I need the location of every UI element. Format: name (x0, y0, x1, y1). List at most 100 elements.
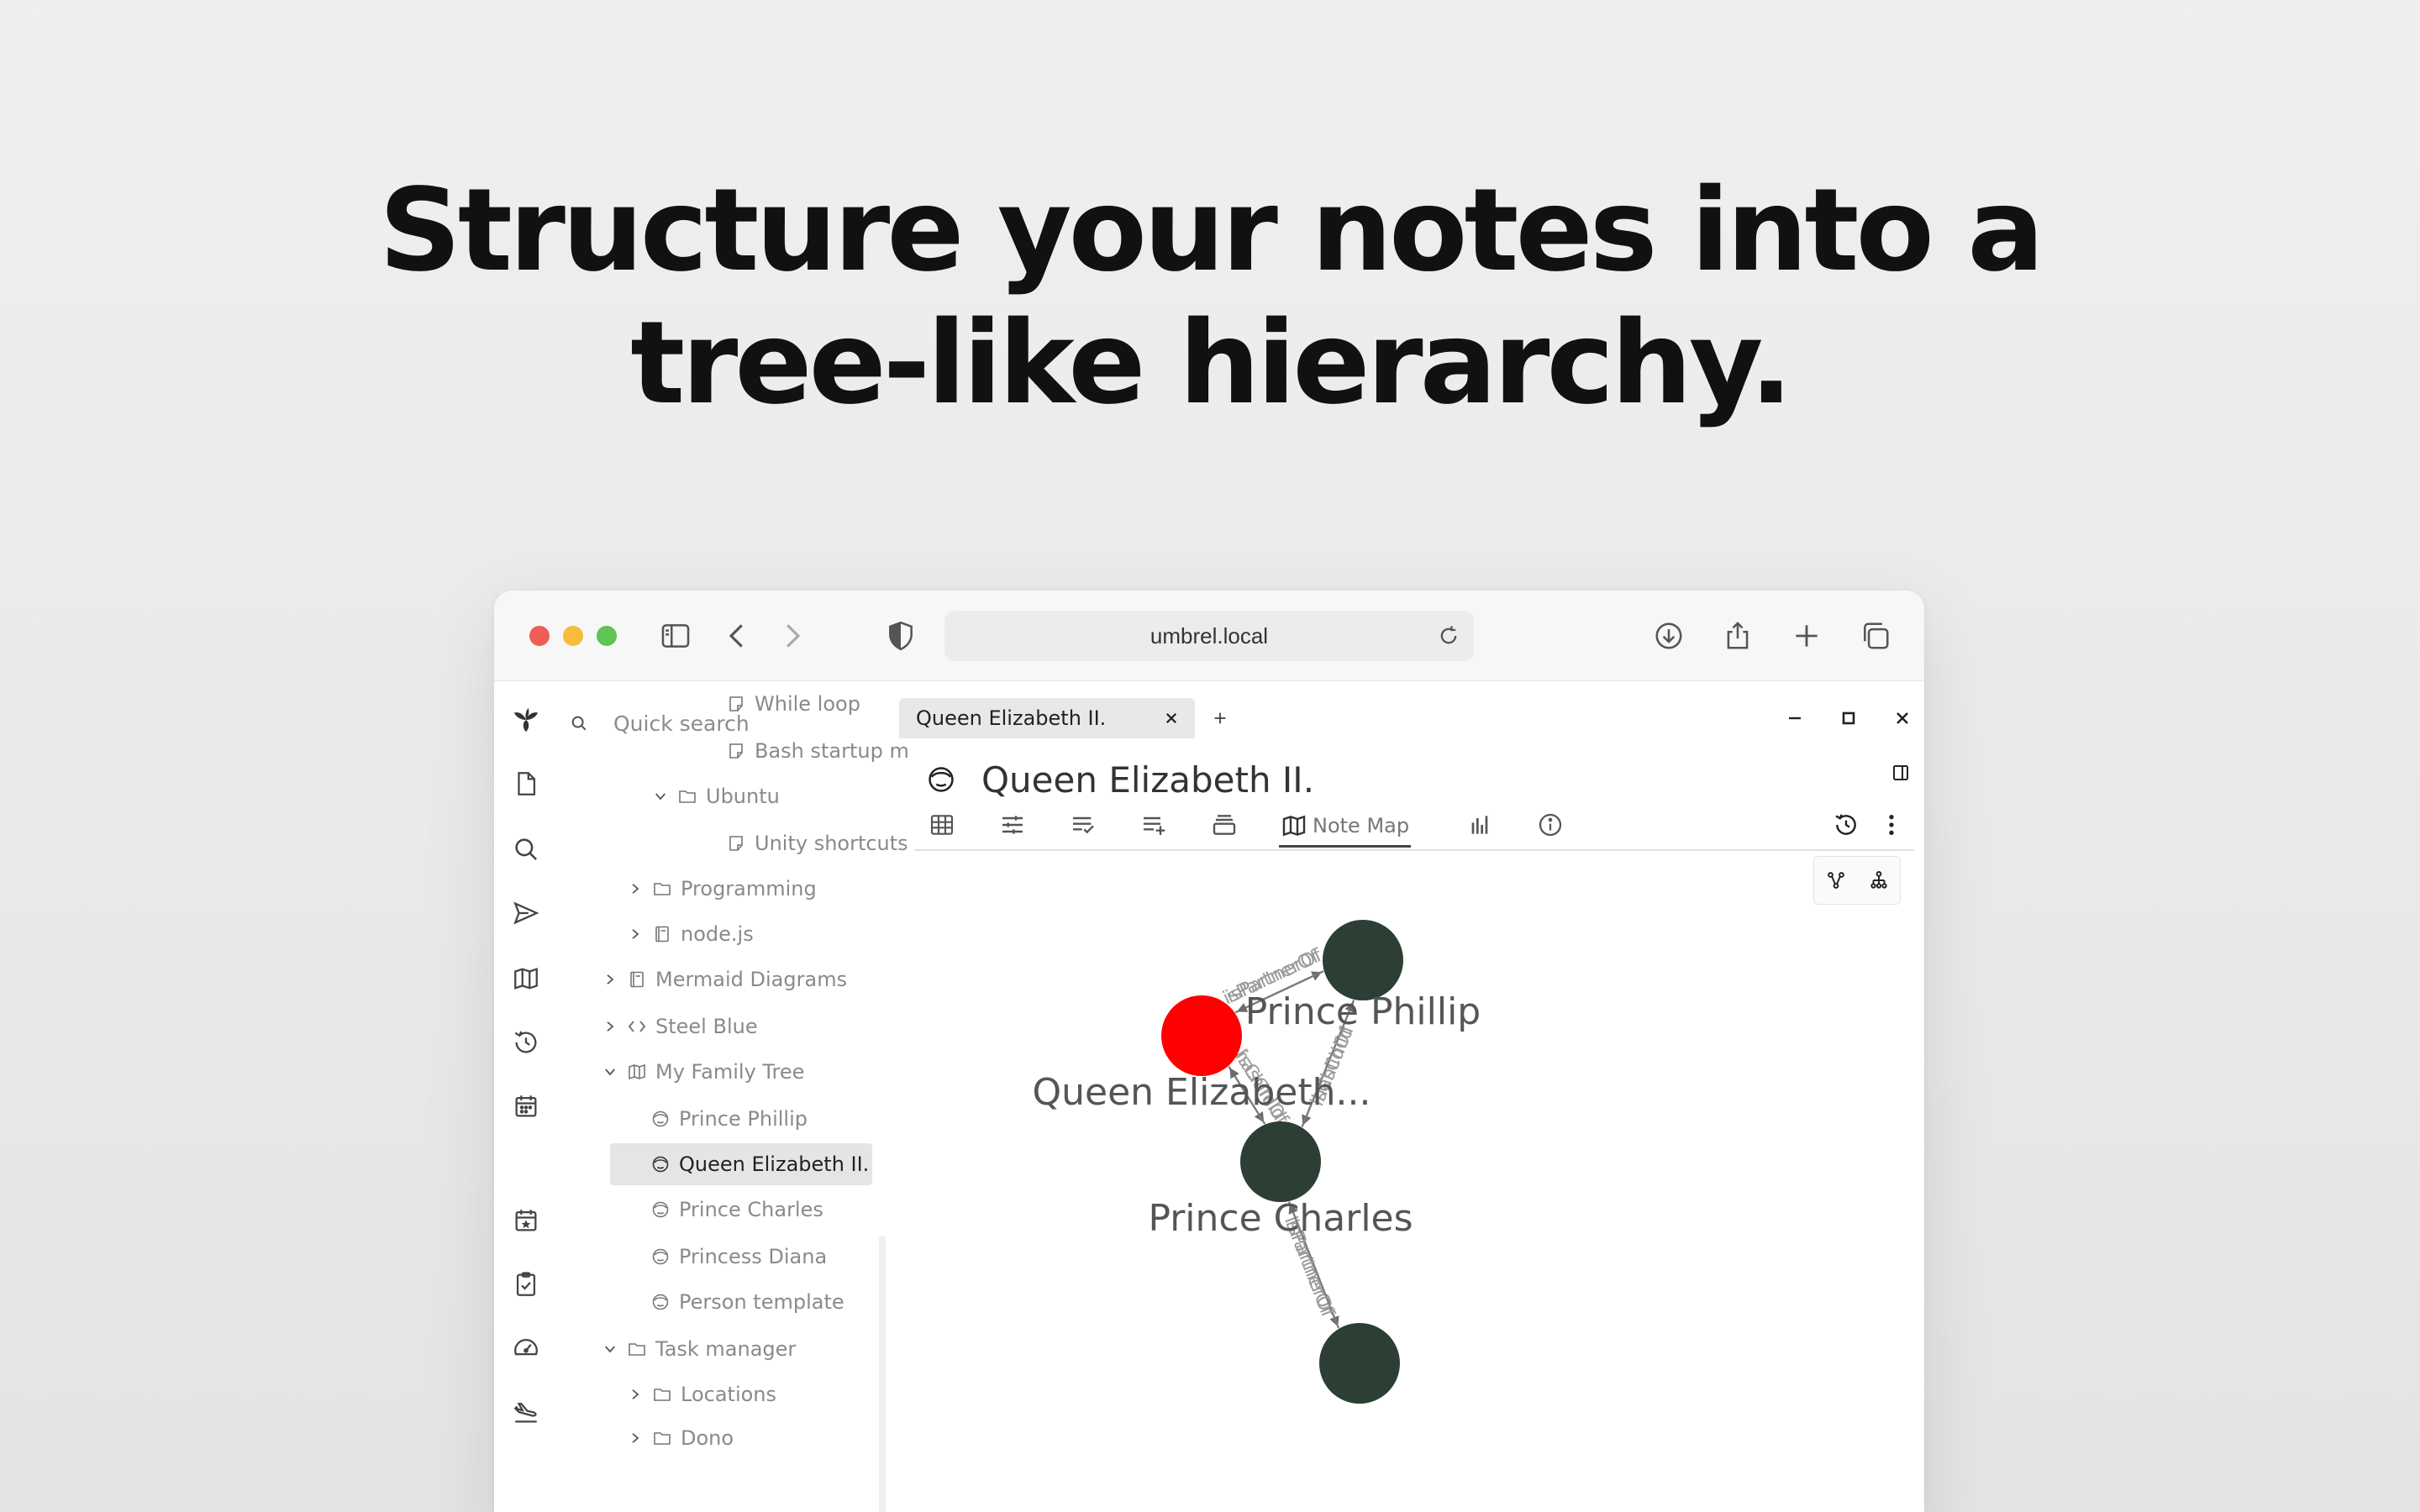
downloads-icon[interactable] (1649, 616, 1689, 656)
collection-icon[interactable] (1205, 806, 1244, 844)
chevron-right-icon[interactable] (598, 968, 622, 991)
code-icon (625, 1015, 649, 1038)
tree-item-label: My Family Tree (655, 1060, 805, 1084)
trilium-logo-icon[interactable] (506, 700, 546, 740)
note-ribbon: Note Map (923, 806, 1914, 848)
edit-list-icon[interactable] (1064, 806, 1102, 844)
privacy-shield-icon[interactable] (881, 616, 921, 656)
book-icon (625, 968, 649, 991)
forward-icon[interactable] (771, 616, 812, 656)
tree-item-while-loop[interactable]: While loop (697, 683, 860, 725)
table-icon[interactable] (923, 806, 961, 844)
add-list-icon[interactable] (1134, 806, 1173, 844)
map-node-pp[interactable] (1323, 920, 1403, 1000)
note-icon (724, 692, 748, 716)
note-map-icon[interactable] (506, 958, 546, 999)
add-tab-icon[interactable] (1207, 705, 1234, 732)
tree-item-my-family-tree[interactable]: My Family Tree (598, 1051, 804, 1093)
quick-search-icon (571, 716, 587, 731)
maximize-icon[interactable] (1832, 701, 1865, 735)
folder-icon (676, 785, 699, 808)
travel-plane-icon[interactable] (506, 1392, 546, 1432)
similar-notes-bars-icon[interactable] (1460, 806, 1499, 844)
task-list-icon[interactable] (506, 1264, 546, 1305)
close-window-button[interactable] (529, 626, 550, 646)
tab-note-map[interactable]: Note Map (1279, 806, 1412, 848)
tree-item-label: Unity shortcuts (755, 832, 908, 855)
note-map-canvas[interactable]: isPartnerOfisPartnerOfhasChildisChildOf h… (908, 851, 1924, 1512)
close-tab-icon[interactable] (1160, 706, 1183, 730)
headline-line-1: Structure your notes into a (378, 165, 2044, 297)
sidebar-toggle-icon[interactable] (655, 616, 696, 656)
reload-icon[interactable] (1432, 619, 1465, 653)
tree-scrollbar[interactable] (879, 1236, 886, 1512)
map-node-pd[interactable] (1319, 1323, 1400, 1404)
more-options-icon[interactable] (1872, 806, 1911, 844)
tree-item-label: Prince Charles (679, 1198, 823, 1221)
tab-queen-elizabeth[interactable]: Queen Elizabeth II. (899, 698, 1195, 738)
minimize-window-button[interactable] (563, 626, 583, 646)
recent-changes-icon[interactable] (506, 1022, 546, 1063)
bookmark-calendar-icon[interactable] (506, 1200, 546, 1241)
chevron-down-icon[interactable] (598, 1060, 622, 1084)
tree-item-ubuntu[interactable]: Ubuntu (649, 775, 780, 817)
zoom-window-button[interactable] (597, 626, 617, 646)
tree-item-mermaid-diagrams[interactable]: Mermaid Diagrams (598, 958, 847, 1000)
tree-item-prince-phillip[interactable]: Prince Phillip (649, 1098, 808, 1140)
person-icon (649, 1198, 672, 1221)
chevron-right-icon[interactable] (623, 1426, 647, 1450)
tree-item-done[interactable]: Dono (623, 1417, 734, 1459)
tab-overview-icon[interactable] (1855, 616, 1896, 656)
address-bar[interactable]: umbrel.local (944, 611, 1474, 661)
tree-item-person-template[interactable]: Person template (649, 1281, 844, 1323)
jump-to-note-icon[interactable] (506, 893, 546, 933)
headline: Structure your notes into a tree-like hi… (0, 165, 2420, 430)
tree-item-locations[interactable]: Locations (623, 1373, 776, 1415)
minimize-icon[interactable] (1778, 701, 1812, 735)
tree-item-unity-shortcuts[interactable]: Unity shortcuts (697, 822, 908, 864)
settings-sliders-icon[interactable] (993, 806, 1032, 844)
chevron-right-icon[interactable] (623, 922, 647, 946)
calendar-icon[interactable] (506, 1086, 546, 1126)
tree-item-queen-elizabeth[interactable]: Queen Elizabeth II. (610, 1143, 872, 1185)
tree-item-programming[interactable]: Programming (623, 868, 817, 910)
note-title-row: Queen Elizabeth II. (923, 753, 1427, 806)
map-node-label: Prince Phillip (1245, 990, 1481, 1033)
tree-item-label: Prince Phillip (679, 1107, 808, 1131)
new-tab-icon[interactable] (1786, 616, 1827, 656)
new-note-icon[interactable] (506, 764, 546, 804)
map-node-label: Queen Elizabeth... (1033, 1071, 1371, 1114)
toggle-right-pane-icon[interactable] (1884, 756, 1918, 790)
tree-item-princess-diana[interactable]: Princess Diana (649, 1236, 827, 1278)
close-icon[interactable] (1886, 701, 1919, 735)
chevron-down-icon[interactable] (649, 785, 672, 808)
note-revisions-icon[interactable] (1827, 806, 1865, 844)
search-icon[interactable] (506, 829, 546, 869)
map-node-qe[interactable] (1161, 995, 1242, 1076)
share-icon[interactable] (1718, 616, 1758, 656)
dashboard-gauge-icon[interactable] (506, 1328, 546, 1368)
chevron-right-icon[interactable] (623, 877, 647, 900)
chevron-right-icon[interactable] (623, 1383, 647, 1406)
map-node-pc[interactable] (1240, 1121, 1321, 1202)
person-icon (649, 1107, 672, 1131)
browser-window: umbrel.local Quick search While loop Bas… (494, 591, 1924, 1512)
note-icon (724, 739, 748, 763)
map-node-label: Prince Charles (1148, 1197, 1413, 1240)
back-icon[interactable] (718, 616, 758, 656)
info-icon[interactable] (1531, 806, 1570, 844)
tree-item-steel-blue[interactable]: Steel Blue (598, 1005, 758, 1047)
note-title[interactable]: Queen Elizabeth II. (981, 759, 1314, 801)
tree-item-bash-startup[interactable]: Bash startup m (697, 730, 909, 772)
tree-item-prince-charles[interactable]: Prince Charles (649, 1189, 823, 1231)
tree-item-label: node.js (681, 922, 754, 946)
tree-item-task-manager[interactable]: Task manager (598, 1328, 796, 1370)
tree-item-label: Steel Blue (655, 1015, 758, 1038)
tree-item-nodejs[interactable]: node.js (623, 913, 754, 955)
chevron-right-icon[interactable] (598, 1015, 622, 1038)
tab-label: Queen Elizabeth II. (916, 706, 1107, 730)
tree-item-label: Programming (681, 877, 817, 900)
chevron-down-icon[interactable] (598, 1337, 622, 1361)
person-icon (649, 1290, 672, 1314)
person-icon (649, 1152, 672, 1176)
